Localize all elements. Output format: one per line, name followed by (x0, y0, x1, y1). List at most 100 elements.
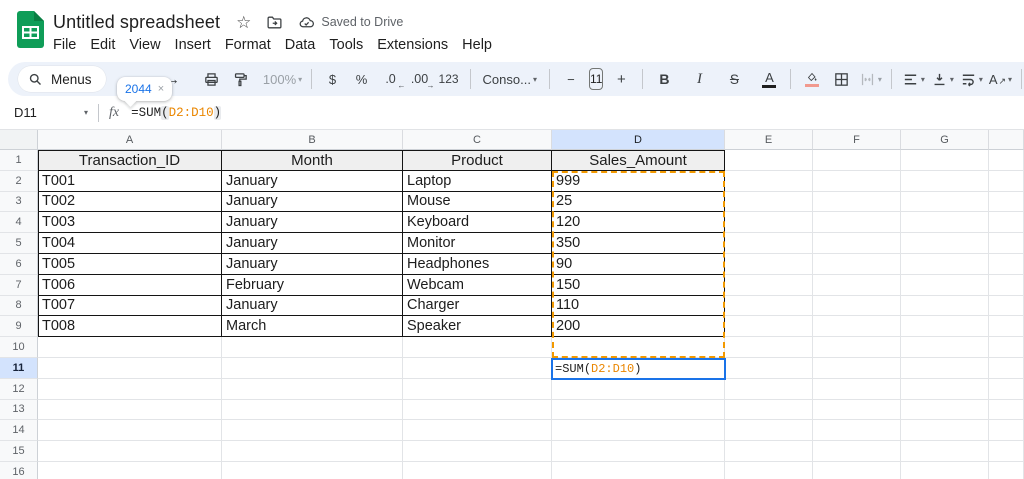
cell-A13[interactable] (38, 400, 222, 421)
text-wrapping-button[interactable]: ▾ (958, 66, 984, 92)
cell-F15[interactable] (813, 441, 901, 462)
cell-F6[interactable] (813, 254, 901, 275)
cell-H14[interactable] (989, 420, 1024, 441)
cell-E7[interactable] (725, 275, 813, 296)
row-header-12[interactable]: 12 (0, 379, 38, 400)
cell-F10[interactable] (813, 337, 901, 358)
cell-H1[interactable] (989, 150, 1024, 171)
format-currency-button[interactable]: $ (320, 66, 346, 92)
cell-D2[interactable]: 999 (552, 171, 725, 192)
menu-format[interactable]: Format (218, 35, 278, 55)
formula-input[interactable]: =SUM(D2:D10) (131, 106, 221, 120)
cell-B6[interactable]: January (222, 254, 403, 275)
cell-B1[interactable]: Month (222, 150, 403, 171)
cell-F9[interactable] (813, 316, 901, 337)
italic-button[interactable]: I (686, 66, 712, 92)
cell-A2[interactable]: T001 (38, 171, 222, 192)
cell-B11[interactable] (222, 358, 403, 379)
cell-D5[interactable]: 350 (552, 233, 725, 254)
column-header-C[interactable]: C (403, 130, 552, 150)
cell-F4[interactable] (813, 212, 901, 233)
cell-E12[interactable] (725, 379, 813, 400)
value-tooltip[interactable]: 2044 × (117, 77, 172, 101)
cell-E3[interactable] (725, 192, 813, 213)
cell-D13[interactable] (552, 400, 725, 421)
cell-H3[interactable] (989, 192, 1024, 213)
paint-format-button[interactable] (228, 66, 254, 92)
cell-D4[interactable]: 120 (552, 212, 725, 233)
row-header-1[interactable]: 1 (0, 150, 38, 171)
cell-H4[interactable] (989, 212, 1024, 233)
cell-A16[interactable] (38, 462, 222, 479)
cell-F1[interactable] (813, 150, 901, 171)
cell-F11[interactable] (813, 358, 901, 379)
decrease-font-size-button[interactable]: − (558, 66, 584, 92)
cell-G16[interactable] (901, 462, 989, 479)
document-title[interactable]: Untitled spreadsheet (53, 12, 220, 33)
cell-G6[interactable] (901, 254, 989, 275)
menu-extensions[interactable]: Extensions (370, 35, 455, 55)
row-header-16[interactable]: 16 (0, 462, 38, 479)
cell-D6[interactable]: 90 (552, 254, 725, 275)
menu-tools[interactable]: Tools (322, 35, 370, 55)
cell-A7[interactable]: T006 (38, 275, 222, 296)
cell-H11[interactable] (989, 358, 1024, 379)
cell-G2[interactable] (901, 171, 989, 192)
cell-A5[interactable]: T004 (38, 233, 222, 254)
row-header-15[interactable]: 15 (0, 441, 38, 462)
cell-C3[interactable]: Mouse (403, 192, 552, 213)
cell-C12[interactable] (403, 379, 552, 400)
cell-A8[interactable]: T007 (38, 296, 222, 317)
more-formats-button[interactable]: 123 (436, 66, 462, 92)
cell-D7[interactable]: 150 (552, 275, 725, 296)
name-box[interactable]: D11 ▾ (14, 105, 88, 120)
cell-A6[interactable]: T005 (38, 254, 222, 275)
cell-D16[interactable] (552, 462, 725, 479)
cell-E9[interactable] (725, 316, 813, 337)
cell-A12[interactable] (38, 379, 222, 400)
cell-A1[interactable]: Transaction_ID (38, 150, 222, 171)
cell-H15[interactable] (989, 441, 1024, 462)
cell-H13[interactable] (989, 400, 1024, 421)
close-icon[interactable]: × (158, 83, 164, 95)
borders-button[interactable] (828, 66, 854, 92)
column-header-A[interactable]: A (38, 130, 222, 150)
column-header-D[interactable]: D (552, 130, 725, 150)
cell-B13[interactable] (222, 400, 403, 421)
cell-F7[interactable] (813, 275, 901, 296)
cell-C5[interactable]: Monitor (403, 233, 552, 254)
saved-status[interactable]: Saved to Drive (298, 14, 403, 31)
cell-F2[interactable] (813, 171, 901, 192)
cell-D3[interactable]: 25 (552, 192, 725, 213)
fill-color-button[interactable] (799, 66, 825, 92)
cell-E1[interactable] (725, 150, 813, 171)
cell-B10[interactable] (222, 337, 403, 358)
column-header-H[interactable] (989, 130, 1024, 150)
cell-E10[interactable] (725, 337, 813, 358)
cell-E14[interactable] (725, 420, 813, 441)
move-to-folder-icon[interactable] (266, 14, 283, 31)
cell-C6[interactable]: Headphones (403, 254, 552, 275)
row-header-2[interactable]: 2 (0, 171, 38, 192)
cell-F5[interactable] (813, 233, 901, 254)
cell-C14[interactable] (403, 420, 552, 441)
cell-C16[interactable] (403, 462, 552, 479)
cell-E6[interactable] (725, 254, 813, 275)
menu-file[interactable]: File (46, 35, 83, 55)
cell-A9[interactable]: T008 (38, 316, 222, 337)
bold-button[interactable]: B (651, 66, 677, 92)
menu-help[interactable]: Help (455, 35, 499, 55)
print-button[interactable] (199, 66, 225, 92)
cell-H2[interactable] (989, 171, 1024, 192)
cell-B7[interactable]: February (222, 275, 403, 296)
row-header-10[interactable]: 10 (0, 337, 38, 358)
cell-B5[interactable]: January (222, 233, 403, 254)
cell-H12[interactable] (989, 379, 1024, 400)
horizontal-align-button[interactable]: ▾ (900, 66, 926, 92)
cell-H9[interactable] (989, 316, 1024, 337)
cell-D8[interactable]: 110 (552, 296, 725, 317)
cell-F8[interactable] (813, 296, 901, 317)
cell-E5[interactable] (725, 233, 813, 254)
row-header-11[interactable]: 11 (0, 358, 38, 379)
cell-G10[interactable] (901, 337, 989, 358)
